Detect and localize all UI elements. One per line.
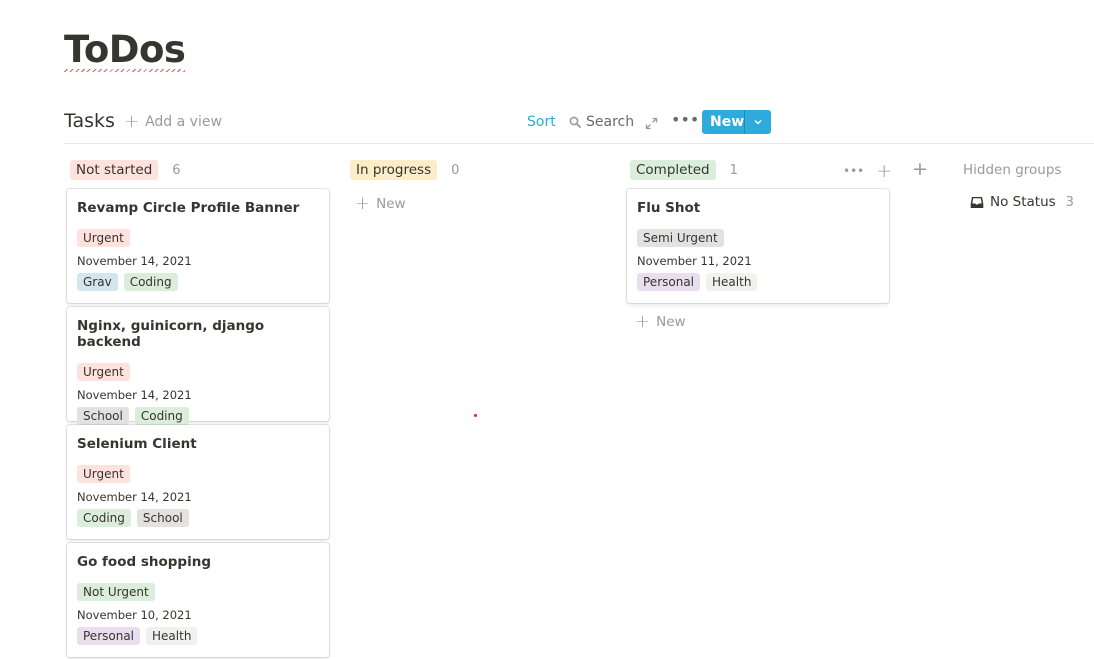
page-title: ToDos — [64, 28, 186, 72]
plus-icon: + — [635, 311, 651, 332]
card-tag: Grav — [77, 273, 118, 291]
card-title: Selenium Client — [77, 436, 197, 452]
card-tag: Personal — [77, 627, 141, 645]
add-view-label: Add a view — [145, 114, 222, 130]
new-button-group: New — [702, 110, 771, 134]
card-tag: Personal — [637, 273, 701, 291]
database-toolbar: Tasks + Add a view Sort Search ••• New — [64, 108, 1094, 144]
card[interactable]: Flu Shot Semi Urgent November 11, 2021 P… — [627, 189, 889, 303]
card-title: Nginx, guinicorn, django backend — [77, 318, 265, 350]
sort-button[interactable]: Sort — [527, 114, 556, 130]
card-tag: Health — [706, 273, 758, 291]
card-date: November 14, 2021 — [77, 254, 192, 268]
group-count: 1 — [729, 162, 738, 178]
spellcheck-underline — [64, 69, 186, 72]
group-count: 6 — [172, 162, 181, 178]
search-icon — [569, 116, 581, 128]
priority-tag: Urgent — [77, 229, 130, 247]
card-date: November 14, 2021 — [77, 490, 192, 504]
card-tag: Coding — [134, 407, 189, 425]
card-tag: School — [136, 509, 189, 527]
card-title: Revamp Circle Profile Banner — [77, 200, 300, 216]
new-card-label: New — [376, 196, 406, 212]
more-options-icon[interactable]: ••• — [671, 110, 699, 129]
new-button[interactable]: New — [702, 110, 745, 134]
plus-icon: + — [355, 193, 371, 214]
card[interactable]: Revamp Circle Profile Banner Urgent Nove… — [67, 189, 329, 303]
group-header-in-progress[interactable]: In progress 0 — [350, 160, 459, 180]
new-card-button-completed[interactable]: + New — [635, 311, 686, 332]
page-title-text: ToDos — [64, 28, 186, 71]
priority-tag: Urgent — [77, 465, 130, 483]
card[interactable]: Selenium Client Urgent November 14, 2021… — [67, 425, 329, 539]
chevron-down-icon — [754, 120, 762, 125]
priority-tag: Not Urgent — [77, 583, 155, 601]
group-header-completed[interactable]: Completed 1 — [630, 160, 738, 180]
cursor-dot — [474, 414, 477, 417]
search-button[interactable]: Search — [569, 114, 634, 130]
group-name: Not started — [70, 160, 159, 180]
new-dropdown-button[interactable] — [745, 110, 771, 134]
group-name: Completed — [630, 160, 716, 180]
hidden-group-count: 3 — [1065, 194, 1074, 210]
new-card-button-in-progress[interactable]: + New — [355, 193, 406, 214]
add-view-button[interactable]: + Add a view — [124, 111, 222, 132]
card-date: November 10, 2021 — [77, 608, 192, 622]
hidden-group-no-status[interactable]: No Status 3 — [970, 194, 1074, 210]
card-date: November 11, 2021 — [637, 254, 752, 268]
card-tag: Coding — [77, 509, 131, 527]
priority-tag: Semi Urgent — [637, 229, 724, 247]
card[interactable]: Nginx, guinicorn, django backend Urgent … — [67, 307, 329, 425]
card-tag: Coding — [123, 273, 178, 291]
search-label: Search — [586, 114, 635, 130]
card-title: Go food shopping — [77, 554, 211, 570]
group-add-icon[interactable]: + — [876, 160, 892, 182]
card-tag: Health — [146, 627, 198, 645]
group-actions: ••• + — [843, 160, 892, 182]
group-count: 0 — [451, 162, 460, 178]
card[interactable]: Go food shopping Not Urgent November 10,… — [67, 543, 329, 657]
card-title: Flu Shot — [637, 200, 701, 216]
card-tag: School — [77, 407, 129, 425]
group-header-not-started[interactable]: Not started 6 — [70, 160, 181, 180]
group-name: In progress — [350, 160, 438, 180]
group-more-icon[interactable]: ••• — [843, 164, 864, 178]
inbox-icon — [970, 196, 984, 208]
hidden-groups-label: Hidden groups — [963, 162, 1062, 178]
expand-icon[interactable] — [645, 117, 658, 130]
view-tab-tasks[interactable]: Tasks — [64, 110, 115, 132]
new-card-label: New — [656, 314, 686, 330]
card-date: November 14, 2021 — [77, 388, 192, 402]
plus-icon: + — [124, 111, 140, 132]
add-group-icon[interactable]: + — [912, 158, 928, 180]
hidden-group-name: No Status — [990, 194, 1056, 210]
priority-tag: Urgent — [77, 363, 130, 381]
